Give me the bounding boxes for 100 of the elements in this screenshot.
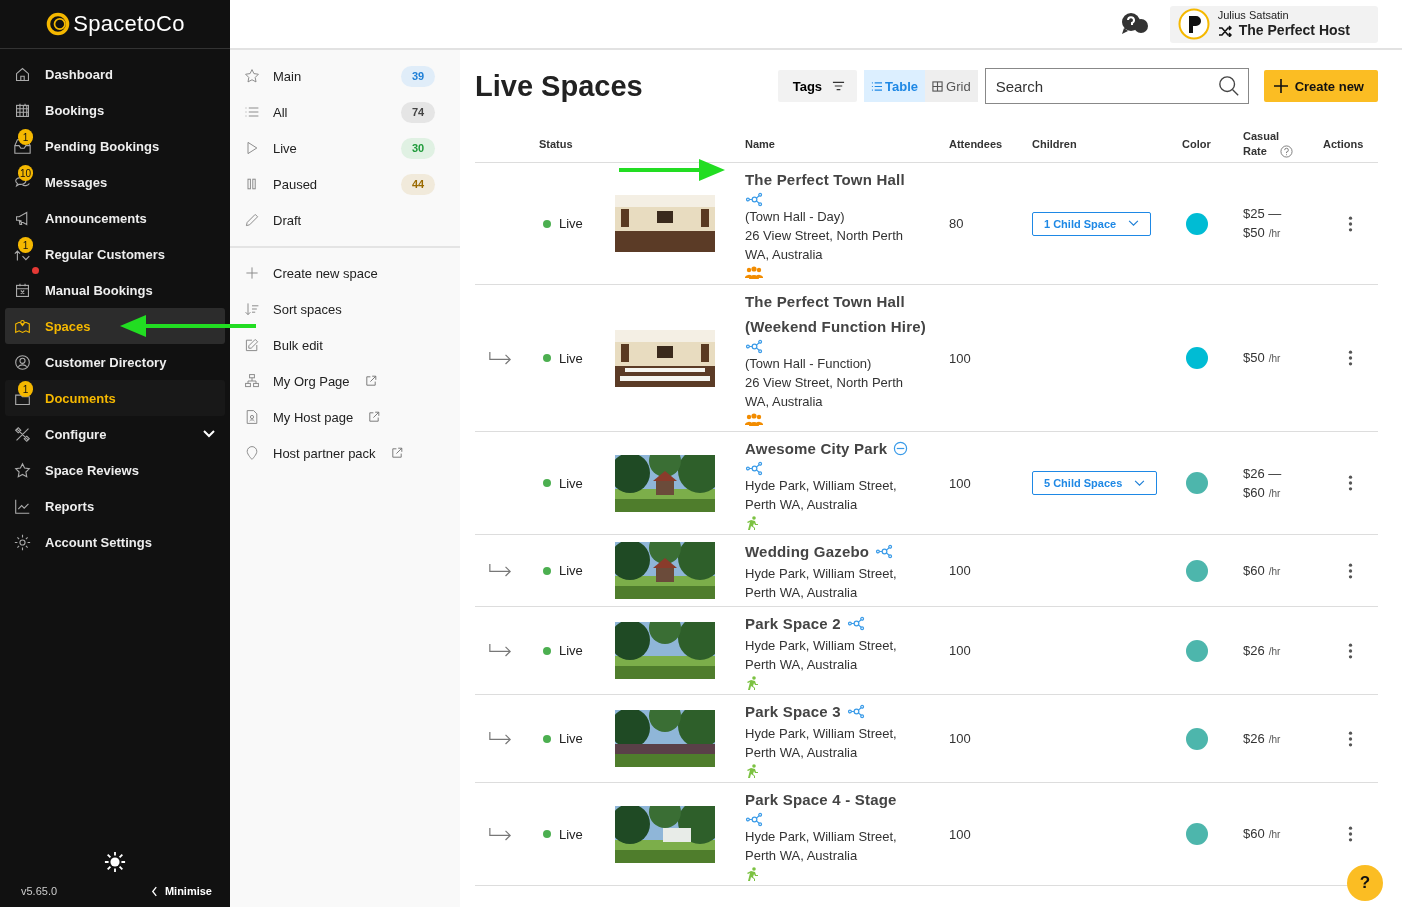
space-address: (Town Hall - Day) [745,208,845,226]
more-icon[interactable] [1348,474,1353,492]
menu-link[interactable]: My Host page [230,399,460,435]
more-icon[interactable] [1348,214,1353,233]
version-text: v5.65.0 [21,885,58,897]
filter-item[interactable]: All 74 [230,94,460,130]
more-icon[interactable] [1348,561,1353,580]
rate-value: $50 [1243,349,1265,367]
sun-icon[interactable] [104,851,126,873]
space-address: 26 View Street, North Perth WA, Australia [745,374,904,411]
minimise-button[interactable]: Minimise [150,885,212,897]
nav-item[interactable]: Account Settings [5,524,225,560]
filter-item[interactable]: Draft [230,202,460,238]
list-icon [871,80,883,92]
attendee-count: 100 [949,350,972,366]
menu-link[interactable]: My Org Page [230,363,460,399]
nav-item[interactable]: Configure [5,416,225,452]
space-name[interactable]: Park Space 3 [745,699,841,724]
child-spaces-dropdown[interactable]: 1 Child Space [1032,211,1152,236]
nav-item[interactable]: Announcements [5,200,225,236]
menu-link[interactable]: Host partner pack [230,435,460,471]
attendee-count: 80 [949,216,965,231]
pin-icon [244,445,260,461]
help-chat-icon[interactable] [1119,12,1150,36]
nav-item[interactable]: Customer Directory [5,344,225,380]
rate-value: $60 [1243,483,1265,502]
logo-text: SpacetoCo [73,11,185,37]
view-tab[interactable]: Grid [925,70,978,102]
status-text: Live [559,350,583,366]
map-icon [14,317,31,335]
plus-icon [244,265,260,281]
rate-unit: /hr [1268,227,1281,241]
more-icon[interactable] [1348,729,1353,748]
nav-item[interactable]: Reports [5,488,225,524]
nav-item[interactable]: Manual Bookings [5,272,225,308]
menu-link[interactable]: Sort spaces [230,291,460,327]
rate-value: $25 — [1243,205,1283,223]
search-field[interactable]: Search [984,68,1249,104]
space-name[interactable]: The Perfect Town Hall (Weekend Function Hire) [745,289,949,339]
space-name[interactable]: Park Space 4 - Stage [745,787,897,812]
status-dot [543,830,551,838]
space-name[interactable]: The Perfect Town Hall [745,167,905,192]
child-spaces-dropdown[interactable]: 5 Child Spaces [1032,471,1158,495]
nav-item[interactable]: Pending Bookings 1 [5,128,225,164]
count-badge: 1 [18,237,33,253]
menu-link[interactable]: Bulk edit [230,327,460,363]
space-name[interactable]: Park Space 2 [745,611,841,636]
create-new-button[interactable]: Create new [1263,70,1378,102]
count-badge: 39 [401,65,435,87]
nav-item[interactable]: Spaces [5,308,225,344]
nav-item[interactable]: Dashboard [5,56,225,92]
more-icon[interactable] [1348,825,1353,843]
nav-item[interactable]: Regular Customers 1 [5,236,225,272]
status-text: Live [559,643,583,658]
rate-value: $26 — [1243,464,1283,483]
filter-item[interactable]: Main 39 [230,58,460,94]
space-name[interactable]: Wedding Gazebo [745,539,870,564]
sitemap-icon [244,373,260,389]
status-text: Live [559,731,583,746]
space-address: Hyde Park, William Street, Perth WA, Australia [745,637,898,674]
people-icon [745,266,763,280]
nav-item[interactable]: Bookings [5,92,225,128]
status-dot [543,646,551,655]
status-dot [543,566,551,575]
column-header: Status [539,138,574,150]
column-header: Name [745,138,776,150]
status-text: Live [559,826,583,842]
help-icon[interactable] [1280,145,1294,158]
nav-item[interactable]: Messages 10 [5,164,225,200]
column-header: Children [1032,138,1078,150]
tags-button[interactable]: Tags [777,70,858,102]
nav-item[interactable]: Space Reviews [5,452,225,488]
status-dot [543,219,551,228]
user-circle-icon [14,353,31,371]
gear-icon [14,533,31,551]
space-address: 26 View Street, North Perth WA, Australia [745,227,904,264]
filter-item[interactable]: Live 30 [230,130,460,166]
attendee-count: 100 [949,731,972,746]
account-switcher[interactable]: Julius Satsatin The Perfect Host [1169,5,1378,43]
menu-link[interactable]: Create new space [230,255,460,291]
column-header: Casual Rate [1243,129,1277,159]
filter-item[interactable]: Paused 44 [230,166,460,202]
rate-value: $60 [1243,561,1265,580]
home-icon [14,65,31,83]
more-icon[interactable] [1348,641,1353,660]
count-badge: 1 [18,381,33,397]
organisation-name: The Perfect Host [1238,22,1350,39]
plus-icon [1272,78,1289,94]
rate-value: $50 [1243,224,1265,242]
more-icon[interactable] [1348,349,1353,367]
runner-icon [745,676,759,690]
search-icon [1217,75,1240,97]
edit-icon [244,337,260,353]
nav-item[interactable]: Documents 1 [5,380,225,416]
count-badge: 74 [401,101,435,123]
star-icon [244,68,260,84]
status-dot [543,479,551,487]
attendee-count: 100 [949,826,972,842]
space-name[interactable]: Awesome City Park [745,436,888,461]
status-dot [543,354,551,362]
